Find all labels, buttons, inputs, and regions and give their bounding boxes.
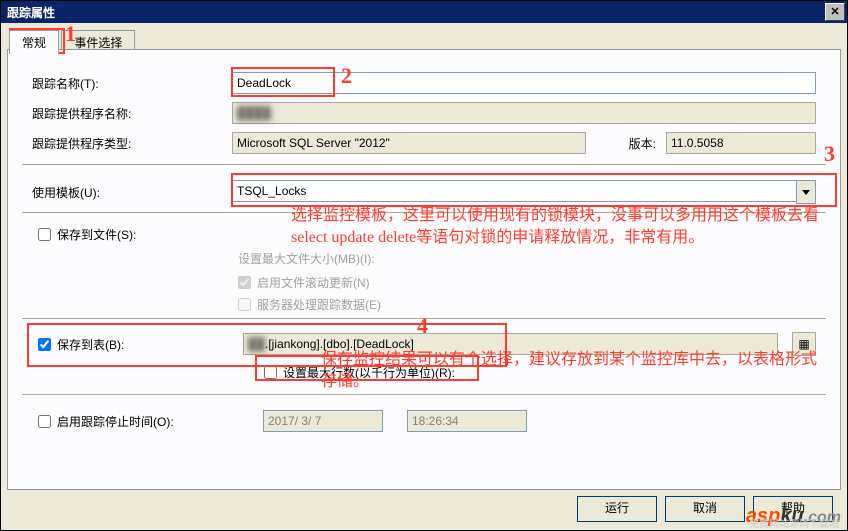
save-file-checkbox[interactable] (38, 228, 51, 241)
label-save-file: 保存到文件(S): (57, 226, 136, 243)
template-combo[interactable]: TSQL_Locks (232, 180, 816, 204)
window-title: 跟踪属性 (7, 4, 55, 21)
save-table-checkbox[interactable] (38, 338, 51, 351)
provider-type-value: Microsoft SQL Server "2012" (232, 132, 586, 154)
stop-date-value: 2017/ 3/ 7 (263, 410, 383, 432)
label-server-proc: 服务器处理跟踪数据(E) (257, 296, 381, 313)
tab-general[interactable]: 常规 (9, 30, 59, 54)
label-save-table: 保存到表(B): (57, 336, 237, 353)
client-area: 常规 事件选择 跟踪名称(T): 跟踪提供程序名称: ████ 跟踪提供程序类型… (1, 23, 847, 530)
label-provider-type: 跟踪提供程序类型: (32, 135, 232, 152)
run-button[interactable]: 运行 (577, 496, 657, 522)
label-rollover: 启用文件滚动更新(N) (257, 274, 370, 291)
watermark-sub: 免费网站源码下载站 (749, 515, 839, 530)
label-trace-name: 跟踪名称(T): (32, 75, 232, 92)
separator-1 (22, 164, 826, 167)
annot-template-note: 选择监控模板，这里可以使用现有的锁模块，没事可以多用用这个模板去看select … (291, 205, 821, 249)
rollover-checkbox (238, 276, 251, 289)
label-provider-name: 跟踪提供程序名称: (32, 105, 232, 122)
trace-name-input[interactable] (232, 72, 816, 94)
chevron-down-icon[interactable] (796, 180, 816, 204)
provider-name-value: ████ (232, 102, 816, 124)
label-template: 使用模板(U): (32, 184, 232, 201)
template-value: TSQL_Locks (232, 180, 796, 202)
close-icon[interactable]: ✕ (825, 3, 845, 21)
server-proc-checkbox (238, 298, 251, 311)
annot-4: 4 (417, 313, 428, 339)
label-version: 版本: (596, 135, 656, 152)
annot-3: 3 (824, 141, 835, 167)
titlebar: 跟踪属性 ✕ (1, 1, 847, 23)
label-max-file: 设置最大文件大小(MB)(I): (238, 250, 375, 267)
version-value: 11.0.5058 (666, 132, 816, 154)
annot-table-note: 保存监控结果可以有个选择，建议存放到某个监控库中去，以表格形式存储。 (321, 349, 821, 393)
annot-1: 1 (65, 21, 76, 47)
stop-time-value: 18:26:34 (407, 410, 527, 432)
annot-2: 2 (341, 63, 352, 89)
cancel-button[interactable]: 取消 (665, 496, 745, 522)
tab-panel: 跟踪名称(T): 跟踪提供程序名称: ████ 跟踪提供程序类型: Micros… (7, 49, 841, 490)
stop-time-checkbox[interactable] (38, 415, 51, 428)
dialog-window: 跟踪属性 ✕ 常规 事件选择 跟踪名称(T): 跟踪提供程序名称: ████ 跟… (0, 0, 848, 531)
label-stop-time: 启用跟踪停止时间(O): (57, 413, 257, 430)
max-rows-checkbox[interactable] (264, 366, 277, 379)
separator-4 (22, 394, 826, 397)
